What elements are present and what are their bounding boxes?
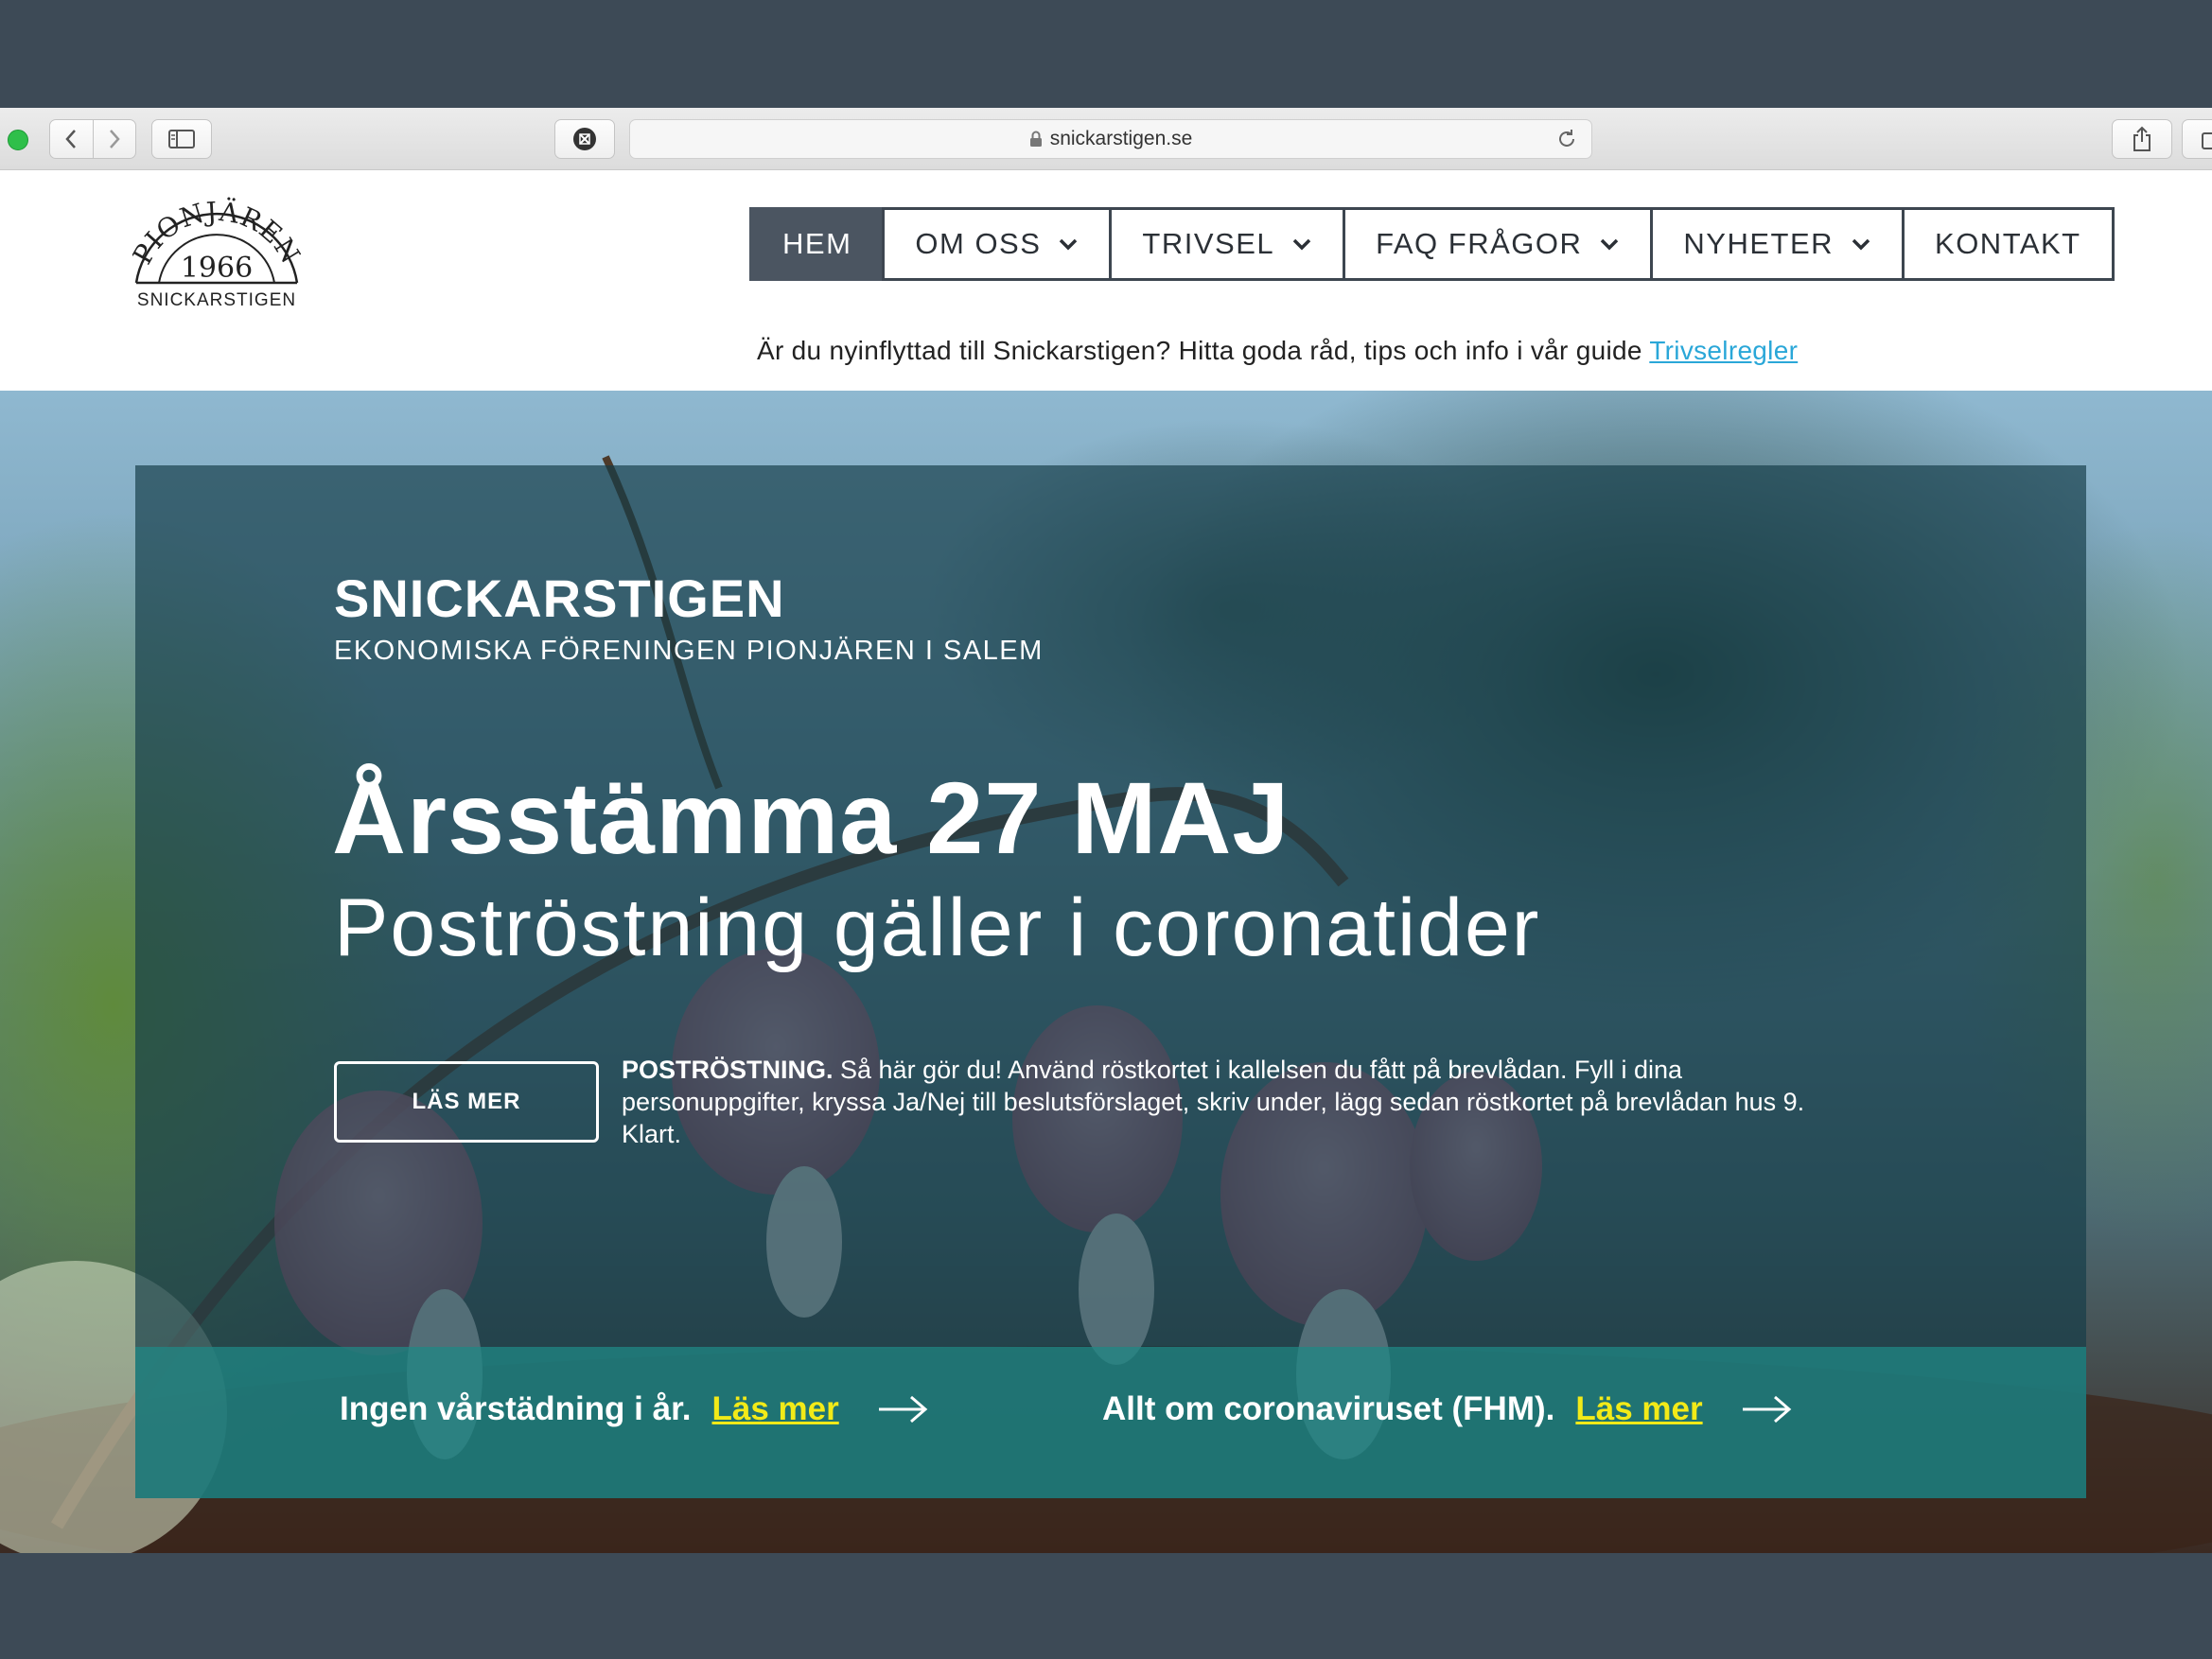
share-icon: [2133, 126, 2151, 151]
chevron-right-icon: [109, 130, 120, 148]
nav-item-label: NYHETER: [1683, 227, 1835, 260]
address-bar[interactable]: snickarstigen.se: [629, 119, 1592, 159]
nav-item-label: KONTAKT: [1935, 227, 2081, 260]
site-header: PIONJÄREN 1966 SNICKARSTIGEN HEM OM OSS …: [0, 171, 2212, 391]
lock-icon: [1029, 131, 1042, 147]
read-more-link[interactable]: Läs mer: [1575, 1390, 1702, 1428]
announcement-bar: Ingen vårstädning i år. Läs mer Allt om …: [135, 1347, 2086, 1498]
chevron-down-icon: [1852, 238, 1870, 251]
forward-button[interactable]: [92, 120, 136, 158]
nav-item-faq[interactable]: FAQ FRÅGOR: [1343, 207, 1654, 281]
nav-item-om-oss[interactable]: OM OSS: [882, 207, 1113, 281]
window-zoom-button[interactable]: [8, 130, 28, 150]
read-more-link[interactable]: Läs mer: [711, 1390, 838, 1428]
postal-vote-label: POSTRÖSTNING.: [622, 1056, 834, 1084]
tabs-button[interactable]: [2182, 119, 2212, 159]
chevron-down-icon: [1060, 238, 1078, 251]
nav-item-hem[interactable]: HEM: [749, 207, 886, 281]
announcement-spring-cleaning: Ingen vårstädning i år. Läs mer: [340, 1390, 928, 1428]
announcement-text: Allt om coronaviruset (FHM).: [1102, 1390, 1555, 1427]
trivselregler-link[interactable]: Trivselregler: [1649, 336, 1798, 365]
nav-item-kontakt[interactable]: KONTAKT: [1902, 207, 2115, 281]
announcement-coronavirus: Allt om coronaviruset (FHM). Läs mer: [1102, 1390, 1792, 1428]
history-nav: [49, 119, 136, 159]
hero-section: SNICKARSTIGEN EKONOMISKA FÖRENINGEN PION…: [0, 391, 2212, 1553]
arrow-right-icon[interactable]: [1741, 1394, 1792, 1424]
hero-headline: Årsstämma 27 MAJ: [332, 760, 1290, 875]
arrow-right-icon[interactable]: [877, 1394, 928, 1424]
postal-vote-text: POSTRÖSTNING. Så här gör du! Använd röst…: [622, 1054, 1852, 1150]
main-navigation: HEM OM OSS TRIVSEL FAQ FRÅGOR NYHETER KO…: [749, 207, 2115, 281]
hero-panel: SNICKARSTIGEN EKONOMISKA FÖRENINGEN PION…: [135, 465, 2086, 1347]
nav-item-label: FAQ FRÅGOR: [1376, 227, 1583, 260]
address-text: snickarstigen.se: [1049, 128, 1193, 149]
nav-item-label: OM OSS: [915, 227, 1042, 260]
newcomer-notice: Är du nyinflyttad till Snickarstigen? Hi…: [757, 336, 1798, 366]
hero-subheadline: Poströstning gäller i coronatider: [334, 882, 1541, 973]
logo-caption: SNICKARSTIGEN: [136, 290, 297, 310]
chevron-down-icon: [1292, 238, 1311, 251]
sidebar-icon: [168, 130, 195, 148]
announcement-text: Ingen vårstädning i år.: [340, 1390, 692, 1427]
nav-item-label: HEM: [782, 227, 852, 260]
share-button[interactable]: [2112, 119, 2172, 159]
nav-item-trivsel[interactable]: TRIVSEL: [1109, 207, 1346, 281]
chevron-left-icon: [65, 130, 77, 148]
nav-item-label: TRIVSEL: [1142, 227, 1275, 260]
back-button[interactable]: [50, 120, 93, 158]
read-more-button[interactable]: LÄS MER: [334, 1061, 599, 1143]
sidebar-button[interactable]: [151, 119, 212, 159]
web-page: PIONJÄREN 1966 SNICKARSTIGEN HEM OM OSS …: [0, 171, 2212, 1553]
chevron-down-icon: [1601, 238, 1619, 251]
notice-text: Är du nyinflyttad till Snickarstigen? Hi…: [757, 336, 1650, 365]
site-title: SNICKARSTIGEN: [334, 568, 785, 628]
tabs-icon: [2202, 132, 2212, 149]
browser-toolbar: snickarstigen.se: [0, 108, 2212, 170]
site-subtitle: EKONOMISKA FÖRENINGEN PIONJÄREN I SALEM: [334, 636, 1044, 666]
extension-button[interactable]: [554, 119, 615, 159]
extension-icon: [573, 128, 596, 150]
reload-icon[interactable]: [1555, 128, 1578, 150]
nav-item-nyheter[interactable]: NYHETER: [1650, 207, 1905, 281]
logo-year-text: 1966: [181, 252, 253, 285]
browser-window: snickarstigen.se PIONJÄREN 1966: [0, 108, 2212, 1553]
